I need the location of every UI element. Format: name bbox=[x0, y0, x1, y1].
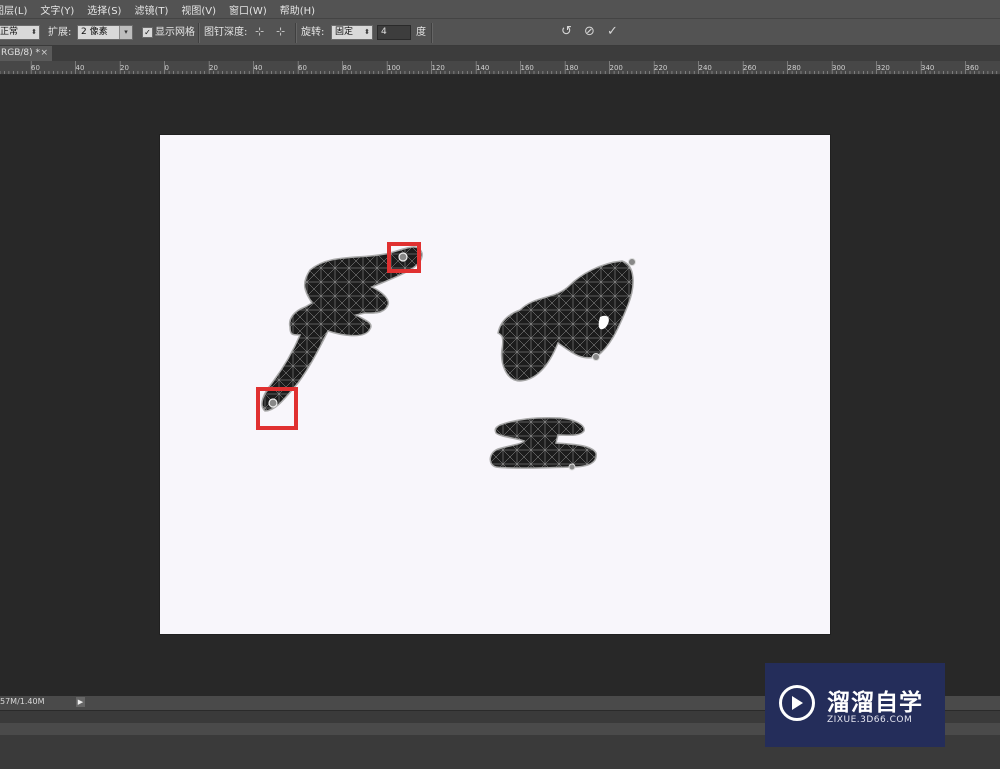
ruler-label: 300 bbox=[832, 64, 845, 72]
ruler-label: 220 bbox=[654, 64, 667, 72]
mode-select-value: 正常 bbox=[0, 27, 19, 37]
degree-label: 度 bbox=[416, 27, 426, 38]
show-mesh-label: 显示网格 bbox=[155, 27, 195, 38]
ruler-label: 260 bbox=[743, 64, 756, 72]
menu-bar: 图层(L) 文字(Y) 选择(S) 滤镜(T) 视图(V) 窗口(W) 帮助(H… bbox=[0, 0, 1000, 18]
ruler-label: 60 bbox=[31, 64, 40, 72]
expand-select-value: 2 像素 bbox=[81, 27, 108, 37]
menu-window[interactable]: 窗口(W) bbox=[229, 2, 274, 17]
menu-filter[interactable]: 滤镜(T) bbox=[134, 2, 175, 17]
ruler-label: 20 bbox=[209, 64, 218, 72]
ruler-label: 20 bbox=[120, 64, 129, 72]
document-tab-title: RGB/8) * bbox=[1, 48, 41, 58]
mode-select[interactable]: 正常 ⬍ bbox=[0, 25, 40, 40]
show-mesh-checkbox[interactable]: ✓ bbox=[142, 27, 153, 38]
pin-depth-label: 图钉深度: bbox=[204, 27, 248, 38]
rotate-label: 旋转: bbox=[301, 27, 325, 38]
document-tab-bar: RGB/8) * × bbox=[0, 46, 1000, 61]
expand-label: 扩展: bbox=[48, 27, 72, 38]
menu-view[interactable]: 视图(V) bbox=[181, 2, 223, 17]
ruler-label: 100 bbox=[387, 64, 400, 72]
puppet-warp-artwork[interactable] bbox=[160, 135, 830, 634]
watermark-title: 溜溜自学 bbox=[827, 690, 923, 716]
menu-help[interactable]: 帮助(H) bbox=[280, 2, 322, 17]
warped-glyph-right-bottom[interactable] bbox=[489, 417, 597, 471]
pin-forward-icon[interactable]: ⊹ bbox=[255, 25, 264, 38]
play-logo-icon bbox=[779, 685, 815, 721]
ruler-ticks: 60 40 20 0 20 40 60 80 100 120 140 160 180 200 220 240 2… bbox=[0, 61, 998, 74]
expand-select[interactable]: 2 像素 ▾ bbox=[77, 25, 133, 40]
pin-point[interactable] bbox=[268, 398, 278, 408]
angle-input-value: 4 bbox=[381, 27, 387, 37]
options-bar: 正常 ⬍ 扩展: 2 像素 ▾ ✓ 显示网格 图钉深度: ⊹ ⊹ 旋转: 固定 … bbox=[0, 18, 1000, 46]
rotate-select[interactable]: 固定 ⬍ bbox=[331, 25, 373, 40]
chevron-down-icon: ▾ bbox=[119, 26, 132, 39]
watermark: 溜溜自学 ZIXUE.3D66.COM bbox=[765, 663, 945, 747]
menu-type[interactable]: 文字(Y) bbox=[40, 2, 81, 17]
ruler-label: 120 bbox=[432, 64, 445, 72]
ruler-label: 140 bbox=[476, 64, 489, 72]
menu-select[interactable]: 选择(S) bbox=[87, 2, 128, 17]
close-icon[interactable]: × bbox=[40, 46, 48, 61]
divider bbox=[198, 23, 200, 43]
document-canvas[interactable] bbox=[160, 135, 830, 634]
ruler-label: 340 bbox=[921, 64, 934, 72]
ruler-label: 360 bbox=[966, 64, 979, 72]
ruler-label: 200 bbox=[610, 64, 623, 72]
ruler-label: 240 bbox=[699, 64, 712, 72]
ruler-label: 40 bbox=[76, 64, 85, 72]
ruler-label: 180 bbox=[565, 64, 578, 72]
ruler-label: 320 bbox=[877, 64, 890, 72]
reset-icon[interactable]: ↺ bbox=[561, 24, 572, 39]
ruler-label: 160 bbox=[521, 64, 534, 72]
divider bbox=[431, 23, 433, 43]
divider bbox=[295, 23, 297, 43]
ruler-label: 0 bbox=[165, 64, 169, 72]
pin-backward-icon[interactable]: ⊹ bbox=[276, 25, 285, 38]
document-tab[interactable]: RGB/8) * × bbox=[0, 46, 52, 61]
watermark-subtitle: ZIXUE.3D66.COM bbox=[827, 715, 913, 725]
menu-layer[interactable]: 图层(L) bbox=[0, 2, 34, 17]
play-arrow-icon[interactable]: ▶ bbox=[76, 697, 85, 707]
stepper-icon: ⬍ bbox=[31, 28, 37, 36]
ruler-label: 40 bbox=[254, 64, 263, 72]
warped-glyph-right-top[interactable] bbox=[497, 258, 636, 382]
horizontal-ruler: 60 40 20 0 20 40 60 80 100 120 140 160 180 200 220 240 2… bbox=[0, 61, 1000, 75]
document-size-readout[interactable]: 57M/1.40M bbox=[0, 697, 45, 706]
angle-input[interactable]: 4 bbox=[377, 25, 411, 40]
ruler-label: 60 bbox=[298, 64, 307, 72]
ruler-label: 80 bbox=[343, 64, 352, 72]
commit-icon[interactable]: ✓ bbox=[607, 24, 618, 39]
cancel-icon[interactable]: ⊘ bbox=[584, 24, 595, 39]
pin-point[interactable] bbox=[398, 252, 408, 262]
rotate-select-value: 固定 bbox=[335, 27, 354, 37]
ruler-label: 280 bbox=[788, 64, 801, 72]
stepper-icon: ⬍ bbox=[364, 28, 370, 36]
